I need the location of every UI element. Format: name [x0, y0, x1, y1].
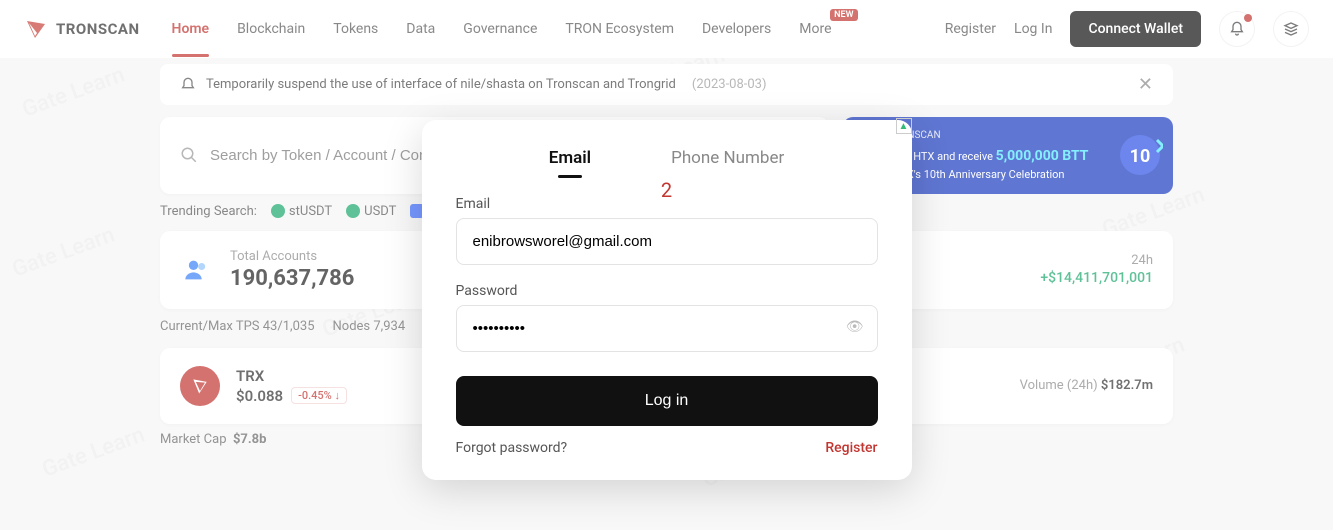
- forgot-password-link[interactable]: Forgot password?: [456, 440, 568, 456]
- password-label: Password: [456, 283, 878, 299]
- login-button[interactable]: Log in: [456, 376, 878, 426]
- step-indicator: 2: [661, 178, 672, 202]
- tab-email[interactable]: Email: [549, 148, 591, 176]
- email-field[interactable]: [456, 218, 878, 265]
- eye-icon[interactable]: 👁: [846, 319, 864, 335]
- register-link-modal[interactable]: Register: [825, 440, 877, 456]
- password-field[interactable]: [456, 305, 878, 352]
- login-modal: ▲ Email Phone Number 2 Email Password 👁 …: [422, 120, 912, 480]
- login-tabs: Email Phone Number 2: [456, 148, 878, 176]
- tab-phone[interactable]: Phone Number: [671, 148, 784, 176]
- broken-image-icon: ▲: [896, 118, 912, 134]
